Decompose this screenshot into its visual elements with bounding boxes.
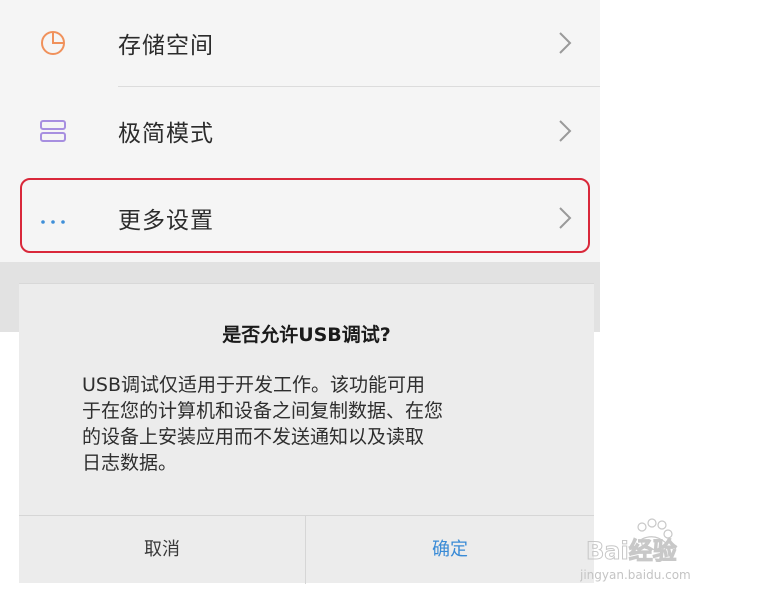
dialog-message: USB调试仅适用于开发工作。该功能可用 于在您的计算机和设备之间复制数据、在您 … [82,372,542,476]
dialog-message-line: 的设备上安装应用而不发送通知以及读取 [82,426,425,448]
dialog-button-bar: 取消 确定 [19,515,594,584]
settings-item-label: 极简模式 [118,121,214,147]
settings-item-storage[interactable]: 存储空间 [0,0,600,86]
watermark-url: jingyan.baidu.com [580,568,691,582]
settings-list: 存储空间 极简模式 更多设置 [0,0,600,262]
divider [118,86,600,87]
cancel-button[interactable]: 取消 [19,516,305,584]
settings-item-label: 存储空间 [118,33,214,59]
watermark-brand: Bai经验 [586,537,677,565]
usb-debug-dialog: 是否允许USB调试? USB调试仅适用于开发工作。该功能可用 于在您的计算机和设… [19,283,594,584]
dialog-title: 是否允许USB调试? [222,324,391,346]
confirm-button[interactable]: 确定 [306,516,594,584]
dialog-message-line: 日志数据。 [82,452,178,474]
chevron-right-icon [557,119,573,143]
dialog-message-line: USB调试仅适用于开发工作。该功能可用 [82,374,426,396]
baidu-jingyan-watermark: Bai经验 jingyan.baidu.com [579,515,750,585]
pie-chart-icon [38,29,68,57]
settings-item-minimal-mode[interactable]: 极简模式 [0,88,600,174]
dialog-message-line: 于在您的计算机和设备之间复制数据、在您 [82,400,444,422]
layout-icon [38,117,68,145]
highlight-box [20,178,590,253]
chevron-right-icon [557,31,573,55]
